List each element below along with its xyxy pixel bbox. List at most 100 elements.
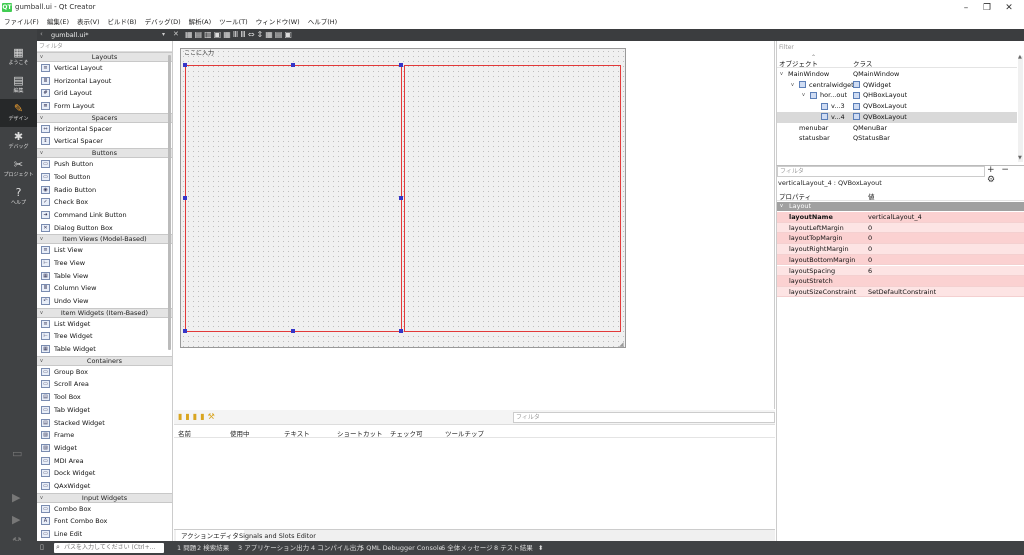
locator-input[interactable]: パスを入力してください (Ctrl+... <box>54 542 164 553</box>
action-column-5[interactable]: ツールチップ <box>445 428 484 438</box>
widget-item-check-box[interactable]: ✓ Check Box <box>37 196 172 209</box>
close-window-button[interactable]: ✕ <box>998 2 1020 14</box>
menu-item-3[interactable]: ビルド(B) <box>104 16 141 29</box>
property-value[interactable]: 0 <box>868 255 872 266</box>
widget-item-frame[interactable]: ▨ Frame <box>37 429 172 442</box>
action-column-2[interactable]: テキスト <box>284 428 310 438</box>
menu-item-6[interactable]: ツール(T) <box>215 16 252 29</box>
property-row-layoutrightmargin[interactable]: layoutRightMargin 0 <box>777 244 1024 255</box>
chevron-down-icon[interactable]: ▾ <box>162 31 165 38</box>
resize-handle[interactable] <box>183 63 187 67</box>
widget-item-scroll-area[interactable]: ▭ Scroll Area <box>37 378 172 391</box>
resize-handle[interactable] <box>399 196 403 200</box>
object-row-menubar[interactable]: menubar QMenuBar <box>777 123 1017 134</box>
widget-item-tree-widget[interactable]: ⊢ Tree Widget <box>37 330 172 343</box>
widget-item-tool-button[interactable]: ▭ Tool Button <box>37 171 172 184</box>
output-pane-6[interactable]: 6 全体メッセージ <box>441 543 493 553</box>
resize-handle[interactable] <box>291 63 295 67</box>
widget-category-spacers[interactable]: Spacers <box>37 112 172 123</box>
mode-help[interactable]: ? ヘルプ <box>0 183 37 211</box>
object-row-v-3[interactable]: v...3 QVBoxLayout <box>777 101 1017 112</box>
widget-item-line-edit[interactable]: ▭ Line Edit <box>37 528 172 541</box>
property-value[interactable]: 0 <box>868 233 872 244</box>
widget-item-tool-box[interactable]: ▤ Tool Box <box>37 391 172 404</box>
column-value[interactable]: 値 <box>868 191 875 201</box>
menu-item-0[interactable]: ファイル(F) <box>0 16 43 29</box>
widget-box-scrollbar[interactable] <box>168 55 171 350</box>
resize-handle[interactable] <box>399 63 403 67</box>
expand-arrow-icon[interactable]: v <box>802 90 805 101</box>
action-column-4[interactable]: チェック可 <box>390 428 423 438</box>
menu-item-1[interactable]: 編集(E) <box>43 16 73 29</box>
menu-item-2[interactable]: 表示(V) <box>73 16 104 29</box>
menu-item-8[interactable]: ヘルプ(H) <box>304 16 341 29</box>
maximize-button[interactable]: ❐ <box>976 2 998 14</box>
widget-item-qaxwidget[interactable]: ▭ QAxWidget <box>37 480 172 493</box>
menu-item-5[interactable]: 解析(A) <box>185 16 216 29</box>
property-group-layout[interactable]: Layout <box>777 202 1024 211</box>
output-pane-3[interactable]: 3 アプリケーション出力 <box>238 543 309 553</box>
property-row-layoutsizeconstraint[interactable]: layoutSizeConstraint SetDefaultConstraint <box>777 286 1024 298</box>
property-filter-input[interactable]: フィルタ <box>777 166 985 177</box>
open-file-combo[interactable]: gumball.ui* <box>51 31 89 39</box>
widget-category-buttons[interactable]: Buttons <box>37 148 172 159</box>
action-tool-icons[interactable]: ▮▮▮▮⚒ <box>178 412 218 421</box>
widget-item-dialog-button-box[interactable]: ✕ Dialog Button Box <box>37 222 172 235</box>
widget-category-input-widgets[interactable]: Input Widgets <box>37 492 172 503</box>
property-value[interactable]: verticalLayout_4 <box>868 212 922 223</box>
property-row-layoutspacing[interactable]: layoutSpacing 6 <box>777 265 1024 277</box>
column-property[interactable]: プロパティ <box>779 191 811 201</box>
widget-item-push-button[interactable]: ▭ Push Button <box>37 158 172 171</box>
property-row-layoutbottommargin[interactable]: layoutBottomMargin 0 <box>777 254 1024 266</box>
form-menu-placeholder[interactable]: ここに入力 <box>181 49 221 59</box>
mode-debug[interactable]: ✱ デバッグ <box>0 127 37 155</box>
widget-item-undo-view[interactable]: ↶ Undo View <box>37 295 172 308</box>
widget-category-layouts[interactable]: Layouts <box>37 52 172 62</box>
widget-item-mdi-area[interactable]: ▭ MDI Area <box>37 455 172 468</box>
object-tree-scrollbar[interactable]: ▲ ▼ <box>1018 54 1023 162</box>
property-tools[interactable]: + − ⚙ <box>987 165 1024 185</box>
action-column-1[interactable]: 使用中 <box>230 428 250 438</box>
minimize-button[interactable]: – <box>955 2 977 14</box>
widget-item-vertical-layout[interactable]: ≡ Vertical Layout <box>37 62 172 75</box>
expand-arrow-icon[interactable]: v <box>791 80 794 91</box>
menu-item-4[interactable]: デバッグ(D) <box>141 16 185 29</box>
object-row-v-4[interactable]: v...4 QVBoxLayout <box>777 111 1017 123</box>
widget-item-list-widget[interactable]: ≡ List Widget <box>37 318 172 331</box>
scroll-down-icon[interactable]: ▼ <box>1018 155 1022 161</box>
widget-item-vertical-spacer[interactable]: ⇕ Vertical Spacer <box>37 135 172 148</box>
mode-welcome[interactable]: ▦ ようこそ <box>0 43 37 71</box>
widget-item-radio-button[interactable]: ◉ Radio Button <box>37 184 172 197</box>
output-pane-4[interactable]: 4 コンパイル出力 <box>311 543 363 553</box>
object-row-hor-out[interactable]: v hor...out QHBoxLayout <box>777 90 1017 101</box>
debug-run-icon[interactable]: ▶ <box>12 513 20 526</box>
mode-project[interactable]: ✂ プロジェクト <box>0 155 37 183</box>
property-value[interactable]: 6 <box>868 266 872 277</box>
widget-filter-input[interactable]: フィルタ <box>37 41 172 52</box>
monitor-icon[interactable]: ▭ <box>12 447 22 460</box>
property-value[interactable]: SetDefaultConstraint <box>868 287 936 298</box>
widget-category-item-views-model-based[interactable]: Item Views (Model-Based) <box>37 234 172 245</box>
widget-item-group-box[interactable]: ▭ Group Box <box>37 366 172 379</box>
widget-item-tab-widget[interactable]: ▭ Tab Widget <box>37 404 172 417</box>
widget-item-horizontal-layout[interactable]: Ⅲ Horizontal Layout <box>37 75 172 88</box>
widget-item-form-layout[interactable]: ≣ Form Layout <box>37 100 172 113</box>
output-pane-2[interactable]: 2 検索結果 <box>197 543 229 553</box>
expand-arrow-icon[interactable]: v <box>780 69 783 80</box>
widget-item-grid-layout[interactable]: # Grid Layout <box>37 87 172 100</box>
widget-item-list-view[interactable]: ≡ List View <box>37 244 172 257</box>
widget-item-tree-view[interactable]: ⊢ Tree View <box>37 257 172 270</box>
property-row-layoutname[interactable]: layoutName verticalLayout_4 <box>777 212 1024 223</box>
object-row-statusbar[interactable]: statusbar QStatusBar <box>777 133 1017 144</box>
form-layout-tools[interactable]: ▦▤▥▣▦ⅢⅢ⇔⇕▦▤▣ <box>185 30 294 39</box>
run-icon[interactable]: ▶ <box>12 491 20 504</box>
widget-item-dock-widget[interactable]: ▭ Dock Widget <box>37 467 172 480</box>
property-row-layoutleftmargin[interactable]: layoutLeftMargin 0 <box>777 222 1024 234</box>
property-value[interactable]: 0 <box>868 244 872 255</box>
object-row-centralwidget[interactable]: v centralwidget QWidget <box>777 80 1017 91</box>
output-pane-7[interactable]: 8 テスト結果 <box>494 543 533 553</box>
widget-category-containers[interactable]: Containers <box>37 355 172 366</box>
property-row-layouttopmargin[interactable]: layoutTopMargin 0 <box>777 233 1024 244</box>
widget-item-table-widget[interactable]: ▦ Table Widget <box>37 343 172 356</box>
close-document-button[interactable]: ✕ <box>173 30 179 38</box>
